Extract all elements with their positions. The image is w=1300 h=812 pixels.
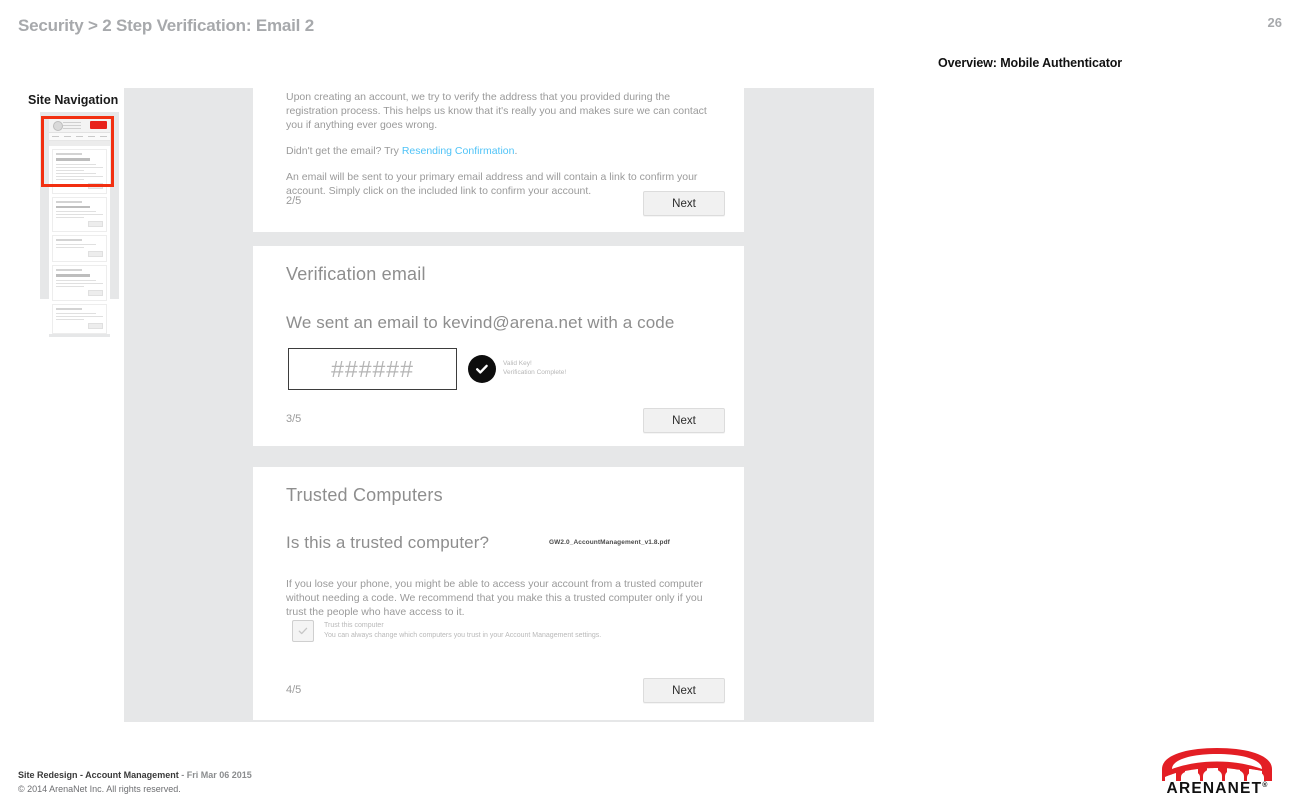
trusted-computers-paragraph: If you lose your phone, you might be abl… [286, 578, 703, 618]
thumbnail-subnav [49, 141, 110, 146]
resend-prefix: Didn't get the email? Try [286, 145, 402, 157]
trust-this-computer-row[interactable]: Trust this computer You can always chang… [292, 620, 601, 642]
next-button-card2[interactable]: Next [643, 408, 725, 433]
thumbnail-nav [49, 133, 110, 141]
verification-email-title: Verification email [286, 264, 426, 284]
verification-email-subtitle: We sent an email to kevind@arena.net wit… [286, 313, 675, 332]
arenanet-wordmark: ARENANET® [1166, 780, 1268, 797]
trust-checkbox[interactable] [292, 620, 314, 642]
trusted-computers-title: Trusted Computers [286, 485, 443, 505]
trust-checkbox-text: Trust this computer You can always chang… [324, 620, 601, 641]
footer-copyright: © 2014 ArenaNet Inc. All rights reserved… [18, 784, 181, 794]
resending-confirmation-link[interactable]: Resending Confirmation [402, 145, 515, 157]
thumbnail-header [49, 118, 110, 133]
intro-paragraph-1: Upon creating an account, we try to veri… [286, 91, 707, 131]
arenanet-arch-icon [1162, 748, 1272, 781]
footer-project: Site Redesign - Account Management [18, 770, 179, 780]
step-indicator-3: 3/5 [286, 413, 302, 425]
footer-line-1: Site Redesign - Account Management - Fri… [18, 768, 252, 782]
thumbnail-logo-text [63, 122, 81, 131]
resend-suffix: . [514, 145, 518, 157]
page-thumbnail[interactable] [49, 118, 110, 337]
step-indicator-2: 2/5 [286, 195, 302, 207]
overview-label: Overview: Mobile Authenticator [938, 56, 1123, 70]
thumbnail-card [52, 265, 107, 301]
arenanet-logo: ARENANET® [1158, 747, 1276, 797]
next-button-card1[interactable]: Next [643, 191, 725, 216]
footer-separator: - [178, 770, 187, 780]
thumbnail-logo-icon [53, 121, 63, 131]
valid-key-line2: Verification Complete! [503, 369, 567, 376]
valid-key-text: Valid Key! Verification Complete! [503, 359, 566, 377]
next-button-card3[interactable]: Next [643, 678, 725, 703]
site-navigation-label: Site Navigation [28, 93, 119, 107]
resend-paragraph: Didn't get the email? Try Resending Conf… [286, 144, 711, 158]
slide-number: 26 [1267, 15, 1282, 30]
thumbnail-card [52, 235, 107, 262]
trust-checkbox-label: Trust this computer [324, 622, 384, 629]
thumbnail-brand-icon [90, 121, 107, 129]
filename-stamp: GW2.0_AccountManagement_v1.8.pdf [549, 539, 670, 546]
success-check-icon [468, 355, 496, 383]
footer-date: Fri Mar 06 2015 [186, 770, 252, 780]
page-title: Security > 2 Step Verification: Email 2 [18, 16, 314, 35]
thumbnail-card [52, 149, 107, 194]
thumbnail-card [52, 196, 107, 232]
valid-key-line1: Valid Key! [503, 360, 532, 367]
footer: Site Redesign - Account Management - Fri… [18, 768, 252, 796]
trust-checkbox-sublabel: You can always change which computers yo… [324, 632, 602, 639]
step-indicator-4: 4/5 [286, 684, 302, 696]
thumbnail-card [52, 303, 107, 334]
verification-code-input[interactable]: ###### [288, 348, 457, 390]
